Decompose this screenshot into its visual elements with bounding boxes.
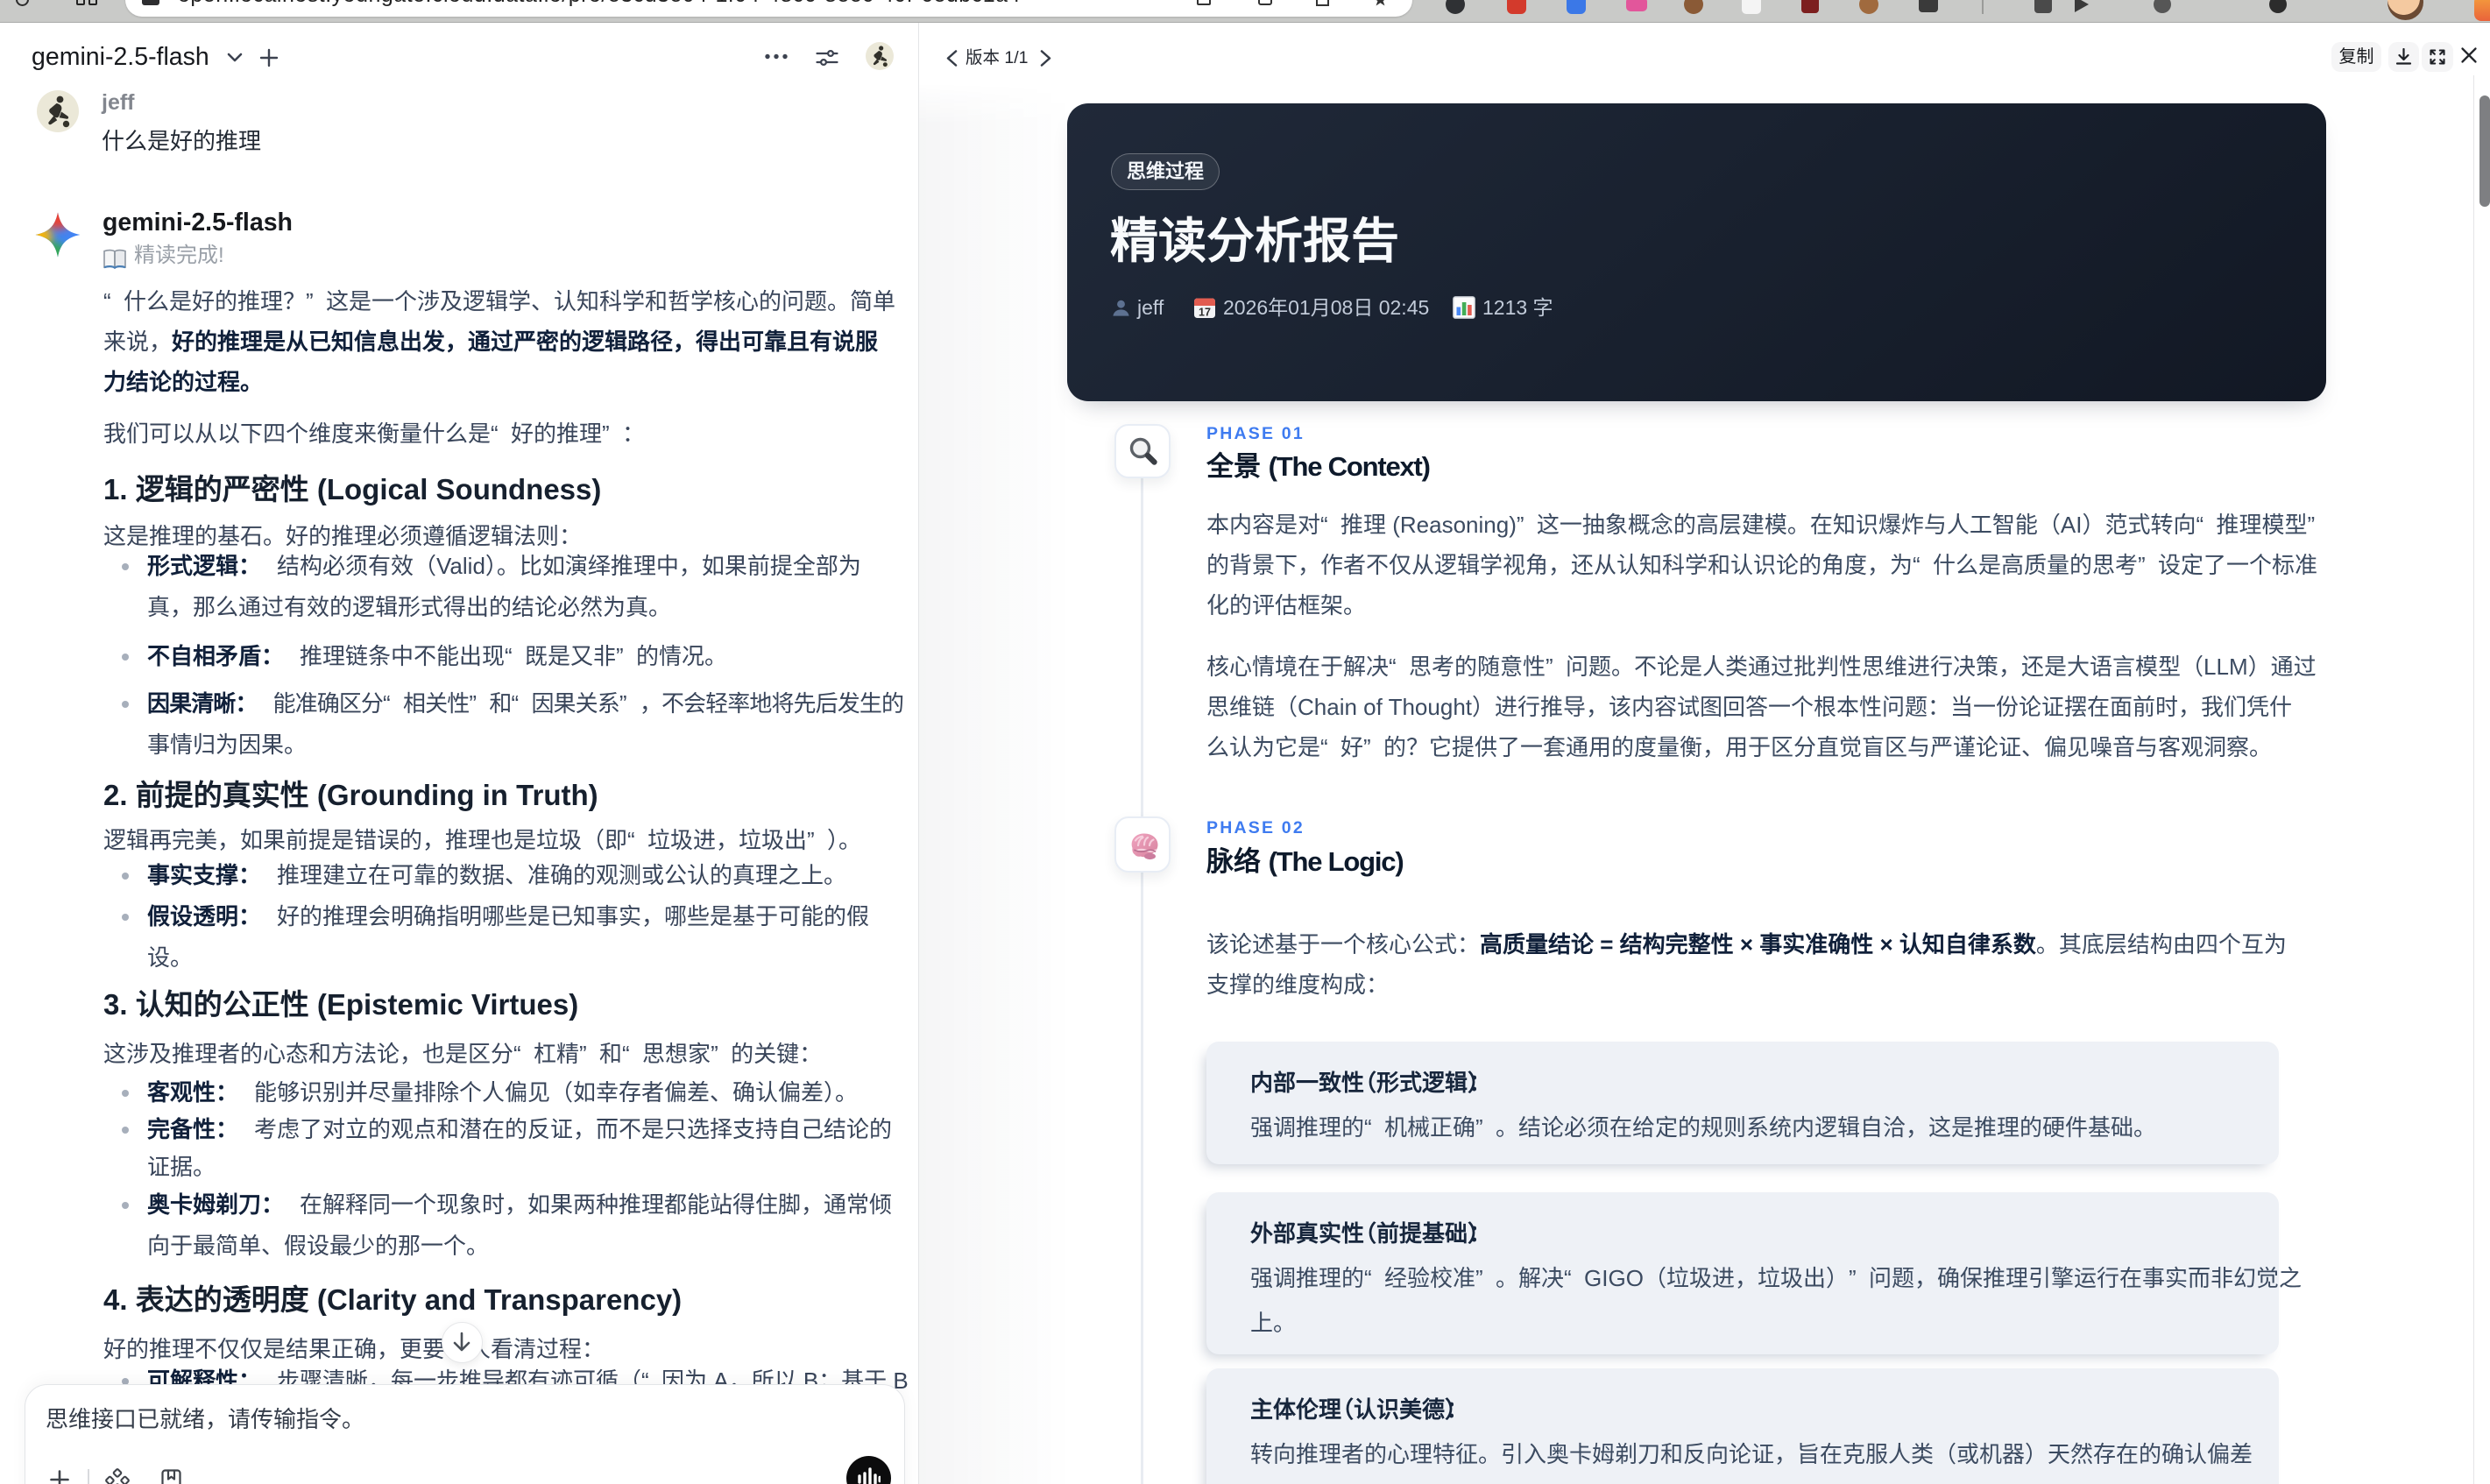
svg-text:17: 17 [1199,307,1211,319]
